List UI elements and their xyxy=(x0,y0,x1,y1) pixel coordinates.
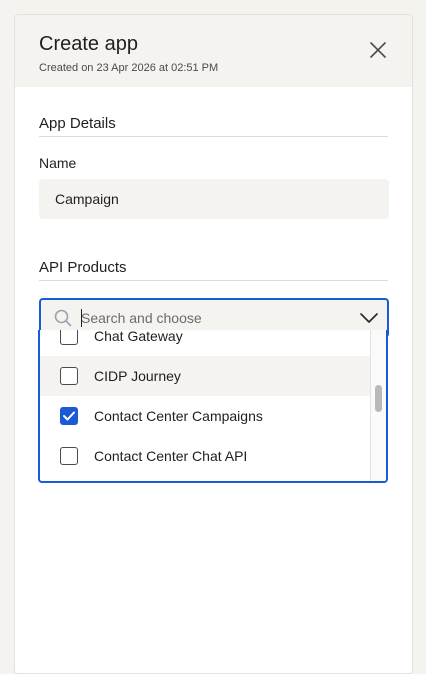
checkbox[interactable] xyxy=(60,330,78,345)
option-label: CIDP Journey xyxy=(94,368,181,384)
panel-body: App Details Name Campaign API Products xyxy=(15,87,412,338)
option-contact-center-campaigns[interactable]: Contact Center Campaigns xyxy=(40,396,372,436)
options-list: Chat Gateway CIDP Journey Contact Center… xyxy=(40,330,372,476)
option-contact-center-chat-api[interactable]: Contact Center Chat API xyxy=(40,436,372,476)
name-input[interactable]: Campaign xyxy=(39,179,389,219)
checkbox-checked[interactable] xyxy=(60,407,78,425)
chevron-down-icon xyxy=(360,313,378,323)
scrollbar-thumb[interactable] xyxy=(375,385,382,412)
close-icon xyxy=(370,42,386,58)
panel-header: Create app Created on 23 Apr 2026 at 02:… xyxy=(15,15,412,87)
option-chat-gateway[interactable]: Chat Gateway xyxy=(40,330,372,356)
name-input-value: Campaign xyxy=(55,191,119,207)
checkbox[interactable] xyxy=(60,447,78,465)
text-caret xyxy=(81,309,82,327)
api-products-dropdown-list: Chat Gateway CIDP Journey Contact Center… xyxy=(38,330,388,483)
option-label: Contact Center Chat API xyxy=(94,448,248,464)
option-cidp-journey[interactable]: CIDP Journey xyxy=(40,356,372,396)
dropdown-scrollbar[interactable] xyxy=(370,330,386,481)
close-button[interactable] xyxy=(366,38,390,62)
section-title-api-products: API Products xyxy=(39,259,388,281)
panel-title: Create app xyxy=(39,33,138,55)
panel-subtitle: Created on 23 Apr 2026 at 02:51 PM xyxy=(39,62,219,74)
option-label: Contact Center Campaigns xyxy=(94,408,263,424)
checkbox[interactable] xyxy=(60,367,78,385)
name-label: Name xyxy=(39,155,77,171)
search-icon xyxy=(53,308,73,328)
section-title-app-details: App Details xyxy=(39,115,388,137)
option-label: Chat Gateway xyxy=(94,330,183,344)
check-icon xyxy=(63,411,75,421)
